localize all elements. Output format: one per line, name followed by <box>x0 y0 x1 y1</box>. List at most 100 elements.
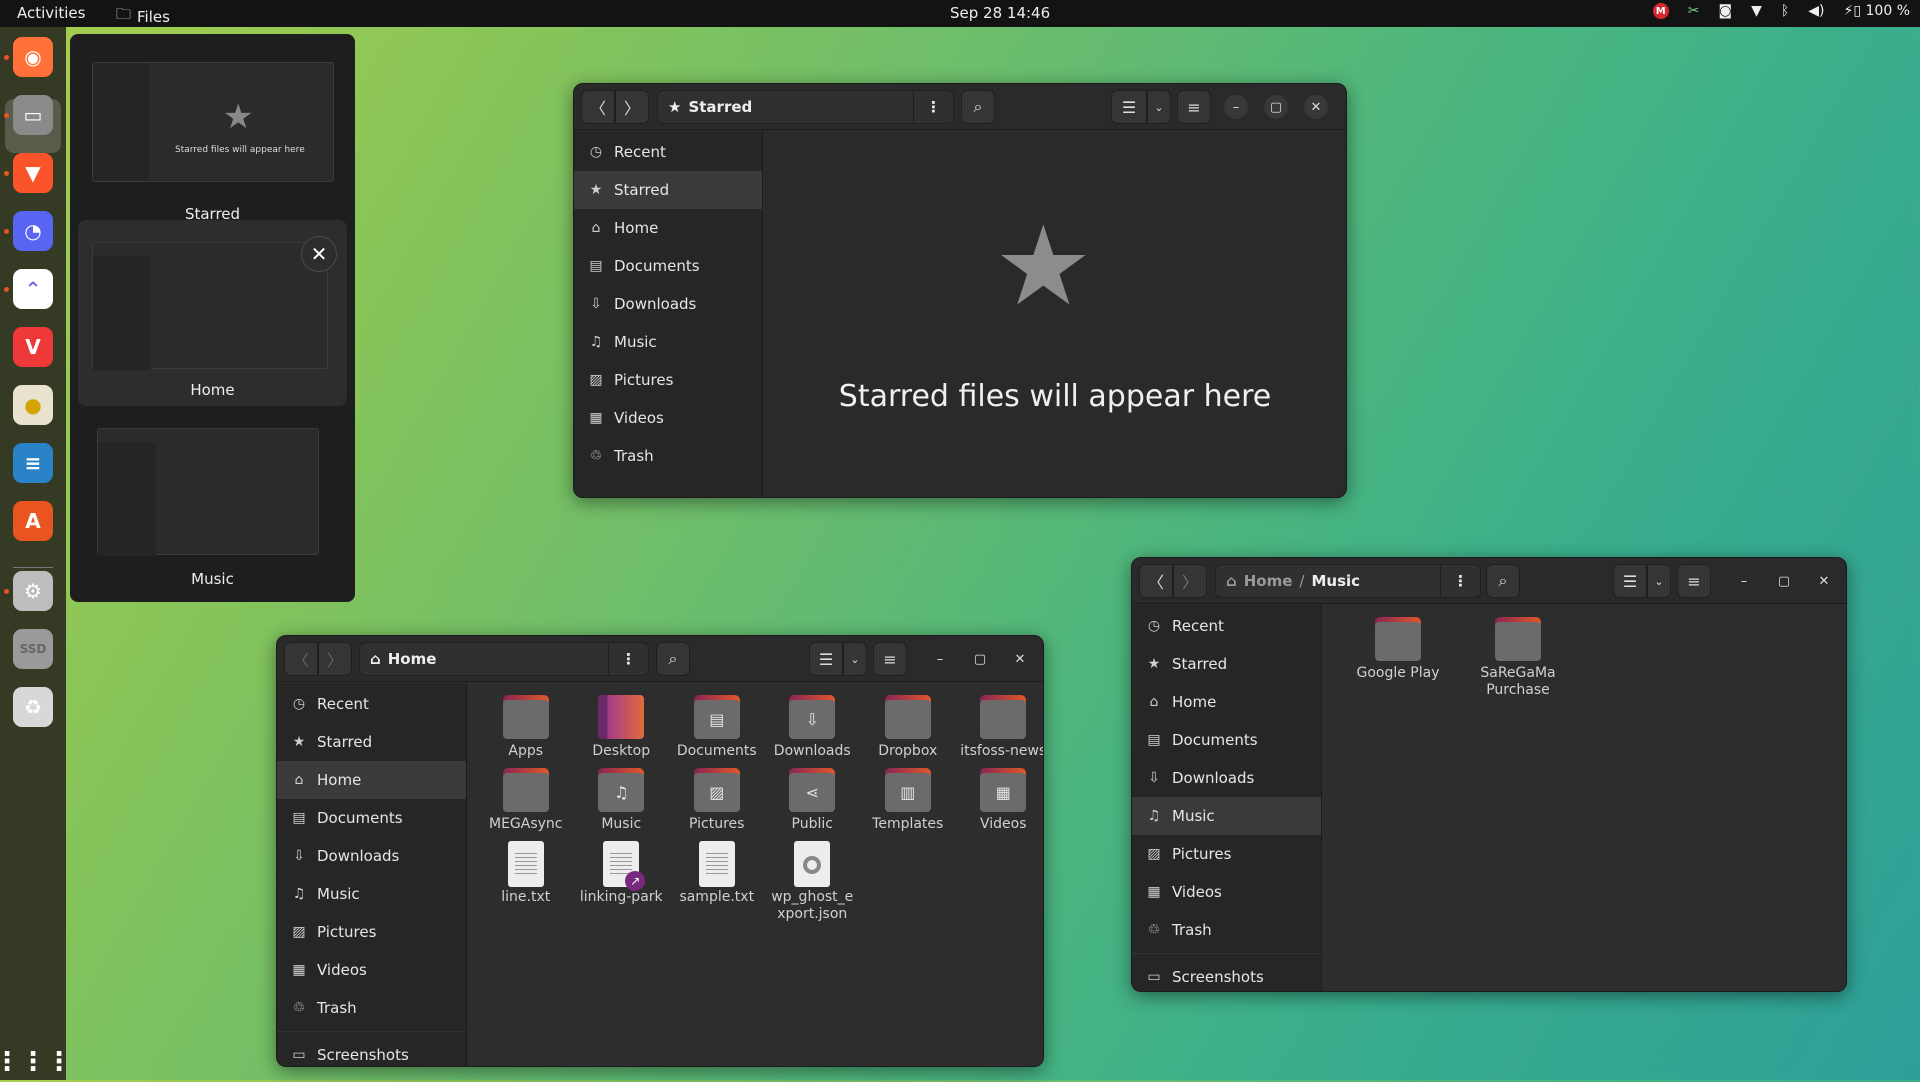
sidebar-item-documents[interactable]: ▤ Documents <box>574 247 762 285</box>
view-options-chevron-icon[interactable]: ⌄ <box>1647 564 1671 598</box>
file-item[interactable]: SaReGaMa Purchase <box>1458 617 1578 699</box>
list-view-button[interactable]: ☰ <box>1613 564 1647 598</box>
forward-button[interactable]: 〉 <box>318 642 352 676</box>
dock-item-app-center[interactable]: A <box>13 501 53 541</box>
clock[interactable]: Sep 28 14:46 <box>950 4 1050 22</box>
sidebar-item-home[interactable]: ⌂ Home <box>277 761 466 799</box>
main-menu-button[interactable]: ≡ <box>873 642 907 676</box>
dock-item-ssd-drive[interactable]: SSD <box>13 629 53 669</box>
sidebar-item-downloads[interactable]: ⇩ Downloads <box>1132 759 1321 797</box>
sidebar-item-starred[interactable]: ★ Starred <box>574 171 762 209</box>
view-options-chevron-icon[interactable]: ⌄ <box>1147 90 1171 124</box>
switcher-item-starred[interactable]: ★ Starred files will appear here Starred <box>78 44 347 224</box>
path-bar[interactable]: ⌂ Home ⋮ <box>359 642 649 676</box>
back-button[interactable]: 〈 <box>1139 564 1173 598</box>
file-item[interactable]: ♫ Music <box>574 768 670 833</box>
app-menu[interactable]: 🗀 Files <box>116 4 170 29</box>
file-item[interactable]: Desktop <box>574 695 670 760</box>
close-button[interactable]: ✕ <box>1812 569 1836 593</box>
dock-item-vivaldi[interactable]: V <box>13 327 53 367</box>
sidebar-item-videos[interactable]: ▦ Videos <box>1132 873 1321 911</box>
sidebar-item-starred[interactable]: ★ Starred <box>1132 645 1321 683</box>
sidebar-item-starred[interactable]: ★ Starred <box>277 723 466 761</box>
volume-icon[interactable]: ◀) <box>1808 3 1824 19</box>
file-item[interactable]: ⇩ Downloads <box>765 695 861 760</box>
file-item[interactable]: line.txt <box>478 841 574 923</box>
show-apps-grid-icon[interactable]: ⋮⋮⋮ <box>0 1042 72 1082</box>
path-menu-button[interactable]: ⋮ <box>1440 565 1480 597</box>
file-item[interactable]: ▥ Templates <box>860 768 956 833</box>
sidebar-item-home[interactable]: ⌂ Home <box>574 209 762 247</box>
path-parent[interactable]: Home <box>1244 572 1293 590</box>
sidebar-item-documents[interactable]: ▤ Documents <box>277 799 466 837</box>
path-bar[interactable]: ⌂ Home / Music ⋮ <box>1215 564 1481 598</box>
sidebar-item-documents[interactable]: ▤ Documents <box>1132 721 1321 759</box>
scissors-icon[interactable]: ✂ <box>1688 3 1700 19</box>
file-item[interactable]: Dropbox <box>860 695 956 760</box>
wifi-icon[interactable]: ▼ <box>1751 3 1762 19</box>
minimize-button[interactable]: – <box>1224 95 1248 119</box>
sidebar-item-trash[interactable]: ♲ Trash <box>574 437 762 475</box>
dock-item-firefox[interactable]: ◉ <box>13 37 53 77</box>
main-menu-button[interactable]: ≡ <box>1677 564 1711 598</box>
sidebar-item-trash[interactable]: ♲ Trash <box>277 989 466 1027</box>
file-item[interactable]: itsfoss-news <box>956 695 1043 760</box>
maximize-button[interactable]: ▢ <box>1264 95 1288 119</box>
view-options-chevron-icon[interactable]: ⌄ <box>843 642 867 676</box>
system-tray[interactable]: M ✂ ◙ ▼ ᛒ ◀) ⚡▯ 100 % <box>1652 3 1910 19</box>
file-item[interactable]: ▨ Pictures <box>669 768 765 833</box>
file-item[interactable]: sample.txt <box>669 841 765 923</box>
sidebar-item-music[interactable]: ♫ Music <box>277 875 466 913</box>
sidebar-item-videos[interactable]: ▦ Videos <box>574 399 762 437</box>
dock-item-discord[interactable]: ◔ <box>13 211 53 251</box>
forward-button[interactable]: 〉 <box>1173 564 1207 598</box>
dock-item-brave[interactable]: ▼ <box>13 153 53 193</box>
search-button[interactable]: ⌕ <box>961 90 995 124</box>
back-button[interactable]: 〈 <box>284 642 318 676</box>
file-item[interactable]: ⋖ Public <box>765 768 861 833</box>
file-item[interactable]: Apps <box>478 695 574 760</box>
maximize-button[interactable]: ▢ <box>1772 569 1796 593</box>
sidebar-item-videos[interactable]: ▦ Videos <box>277 951 466 989</box>
mega-icon[interactable]: M <box>1652 3 1669 19</box>
dock-item-trash[interactable]: ♻ <box>13 687 53 727</box>
forward-button[interactable]: 〉 <box>615 90 649 124</box>
close-button[interactable]: ✕ <box>1304 95 1328 119</box>
file-item[interactable]: ▦ Videos <box>956 768 1044 833</box>
dock-item-settings[interactable]: ⚙ <box>13 571 53 611</box>
path-menu-button[interactable]: ⋮ <box>608 643 648 675</box>
file-item[interactable]: ↗ linking-park <box>574 841 670 923</box>
dock-item-rhythmbox[interactable]: ● <box>13 385 53 425</box>
maximize-button[interactable]: ▢ <box>968 647 992 671</box>
switcher-item-home[interactable]: ✕ Home <box>78 220 347 406</box>
main-menu-button[interactable]: ≡ <box>1177 90 1211 124</box>
file-item[interactable]: wp_ghost_export.json <box>765 841 861 923</box>
sidebar-item-downloads[interactable]: ⇩ Downloads <box>277 837 466 875</box>
close-button[interactable]: ✕ <box>1008 647 1032 671</box>
sidebar-item-recent[interactable]: ◷ Recent <box>574 133 762 171</box>
sidebar-item-screenshots[interactable]: ▭ Screenshots <box>277 1036 466 1066</box>
sidebar-item-pictures[interactable]: ▨ Pictures <box>277 913 466 951</box>
sidebar-item-pictures[interactable]: ▨ Pictures <box>1132 835 1321 873</box>
dock-item-clickup[interactable]: ⌃ <box>13 269 53 309</box>
sidebar-item-recent[interactable]: ◷ Recent <box>1132 607 1321 645</box>
file-item[interactable]: Google Play <box>1338 617 1458 699</box>
minimize-button[interactable]: – <box>1732 569 1756 593</box>
path-menu-button[interactable]: ⋮ <box>913 91 953 123</box>
search-button[interactable]: ⌕ <box>1486 564 1520 598</box>
switcher-item-music[interactable]: Music <box>78 414 347 594</box>
activities-button[interactable]: Activities <box>17 4 85 22</box>
sidebar-item-downloads[interactable]: ⇩ Downloads <box>574 285 762 323</box>
sidebar-item-pictures[interactable]: ▨ Pictures <box>574 361 762 399</box>
dock-item-files[interactable]: ▭ <box>13 95 53 135</box>
sidebar-item-music[interactable]: ♫ Music <box>574 323 762 361</box>
sidebar-item-screenshots[interactable]: ▭ Screenshots <box>1132 958 1321 991</box>
sidebar-item-trash[interactable]: ♲ Trash <box>1132 911 1321 949</box>
search-button[interactable]: ⌕ <box>656 642 690 676</box>
list-view-button[interactable]: ☰ <box>1111 90 1147 124</box>
file-item[interactable]: ▤ Documents <box>669 695 765 760</box>
path-bar[interactable]: ★ Starred ⋮ <box>657 90 954 124</box>
minimize-button[interactable]: – <box>928 647 952 671</box>
sidebar-item-music[interactable]: ♫ Music <box>1132 797 1321 835</box>
sidebar-item-recent[interactable]: ◷ Recent <box>277 685 466 723</box>
